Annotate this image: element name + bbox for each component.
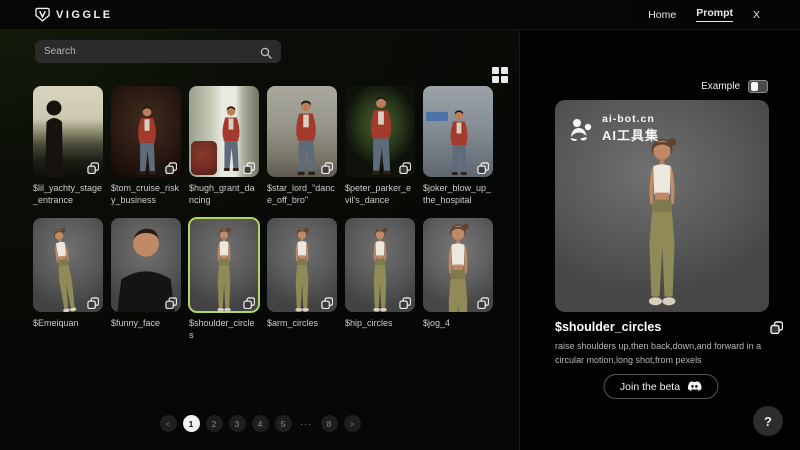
gallery-item[interactable]: $star_lord_"dance_off_bro": [267, 86, 337, 206]
use-template-icon[interactable]: [87, 161, 99, 173]
gallery-thumbnail[interactable]: [189, 86, 259, 177]
use-template-icon[interactable]: [243, 296, 255, 308]
viggle-logo[interactable]: VIGGLE: [35, 7, 113, 22]
use-template-icon[interactable]: [321, 161, 333, 173]
preview-video[interactable]: ai-bot.cn AI工具集: [555, 100, 769, 312]
use-template-icon[interactable]: [243, 161, 255, 173]
use-template-icon[interactable]: [165, 161, 177, 173]
gallery-item[interactable]: $Emeiquan: [33, 218, 103, 341]
template-browser-panel: $lil_yachty_stage_entrance $tom_cruise_r…: [0, 30, 520, 450]
search-input[interactable]: [44, 46, 260, 57]
gallery-thumbnail[interactable]: [111, 86, 181, 177]
pagination-page-5[interactable]: 5: [275, 415, 292, 432]
example-toggle[interactable]: [748, 80, 768, 93]
gallery-item-label: $jog_4: [423, 317, 493, 341]
use-template-icon[interactable]: [321, 296, 333, 308]
gallery-thumbnail[interactable]: [267, 86, 337, 177]
example-label: Example: [701, 81, 740, 92]
gallery-item-label: $hip_circles: [345, 317, 415, 341]
gallery-item[interactable]: $funny_face: [111, 218, 181, 341]
pagination-prev-button[interactable]: <: [160, 415, 177, 432]
grid-view-icon[interactable]: [492, 67, 509, 84]
gallery-item[interactable]: $peter_parker_evil's_dance: [345, 86, 415, 206]
gallery-item[interactable]: $arm_circles: [267, 218, 337, 341]
nav-prompt[interactable]: Prompt: [696, 7, 733, 22]
gallery-item[interactable]: $hip_circles: [345, 218, 415, 341]
gallery-thumbnail[interactable]: [33, 218, 103, 312]
preview-description: raise shoulders up,then back,down,and fo…: [555, 340, 789, 367]
watermark-line2: AI工具集: [602, 125, 659, 144]
discord-icon: [687, 381, 701, 392]
ai-bot-logo-icon: [569, 117, 595, 141]
pagination-page-3[interactable]: 3: [229, 415, 246, 432]
nav-x[interactable]: X: [753, 9, 760, 21]
use-template-icon[interactable]: [477, 161, 489, 173]
preview-panel: Example ai-bot.cn AI工具集: [521, 30, 800, 450]
use-template-icon[interactable]: [477, 296, 489, 308]
copy-prompt-icon[interactable]: [770, 321, 783, 334]
gallery-thumbnail[interactable]: [345, 86, 415, 177]
gallery-item-selected[interactable]: $shoulder_circles: [189, 218, 259, 341]
pagination-page-4[interactable]: 4: [252, 415, 269, 432]
example-toggle-row: Example: [701, 80, 768, 93]
gallery-thumbnail[interactable]: [267, 218, 337, 312]
brand-name: VIGGLE: [56, 9, 113, 21]
gallery-thumbnail[interactable]: [345, 218, 415, 312]
pagination-page-2[interactable]: 2: [206, 415, 223, 432]
gallery-item-label: $shoulder_circles: [189, 317, 259, 341]
gallery-item[interactable]: $lil_yachty_stage_entrance: [33, 86, 103, 206]
preview-title: $shoulder_circles: [555, 320, 661, 334]
preview-title-row: $shoulder_circles: [555, 320, 783, 334]
pagination-ellipsis: ···: [298, 415, 315, 432]
nav-home[interactable]: Home: [648, 9, 676, 21]
template-gallery: $lil_yachty_stage_entrance $tom_cruise_r…: [33, 86, 493, 341]
use-template-icon[interactable]: [399, 161, 411, 173]
gallery-thumbnail[interactable]: [111, 218, 181, 312]
search-icon[interactable]: [260, 46, 272, 58]
gallery-item[interactable]: $joker_blow_up_the_hospital: [423, 86, 493, 206]
gallery-item-label: $Emeiquan: [33, 317, 103, 341]
watermark: ai-bot.cn AI工具集: [569, 113, 659, 144]
join-beta-label: Join the beta: [620, 381, 680, 393]
gallery-thumbnail[interactable]: [33, 86, 103, 177]
gallery-item-label: $arm_circles: [267, 317, 337, 341]
gallery-item-label: $star_lord_"dance_off_bro": [267, 182, 337, 206]
pagination: < 1 2 3 4 5 ··· 8 >: [0, 415, 520, 432]
join-beta-button[interactable]: Join the beta: [603, 374, 718, 399]
pagination-page-8[interactable]: 8: [321, 415, 338, 432]
pagination-next-button[interactable]: >: [344, 415, 361, 432]
help-button[interactable]: ?: [753, 406, 783, 436]
gallery-thumbnail[interactable]: [189, 218, 259, 312]
use-template-icon[interactable]: [399, 296, 411, 308]
gallery-item[interactable]: $tom_cruise_risky_business: [111, 86, 181, 206]
gallery-item-label: $lil_yachty_stage_entrance: [33, 182, 103, 206]
pagination-page-1[interactable]: 1: [183, 415, 200, 432]
gallery-item-label: $peter_parker_evil's_dance: [345, 182, 415, 206]
use-template-icon[interactable]: [165, 296, 177, 308]
gallery-item[interactable]: $hugh_grant_dancing: [189, 86, 259, 206]
search-bar[interactable]: [35, 40, 281, 63]
viggle-logo-icon: [35, 7, 50, 22]
gallery-item-label: $funny_face: [111, 317, 181, 341]
gallery-thumbnail[interactable]: [423, 218, 493, 312]
gallery-thumbnail[interactable]: [423, 86, 493, 177]
use-template-icon[interactable]: [87, 296, 99, 308]
gallery-item-label: $joker_blow_up_the_hospital: [423, 182, 493, 206]
main-nav: Home Prompt X: [648, 7, 760, 22]
gallery-item-label: $tom_cruise_risky_business: [111, 182, 181, 206]
gallery-item-label: $hugh_grant_dancing: [189, 182, 259, 206]
gallery-item[interactable]: $jog_4: [423, 218, 493, 341]
viggle-app: VIGGLE Home Prompt X: [0, 0, 800, 450]
top-bar: VIGGLE Home Prompt X: [0, 0, 800, 30]
watermark-line1: ai-bot.cn: [602, 113, 659, 125]
preview-character: [615, 134, 709, 306]
